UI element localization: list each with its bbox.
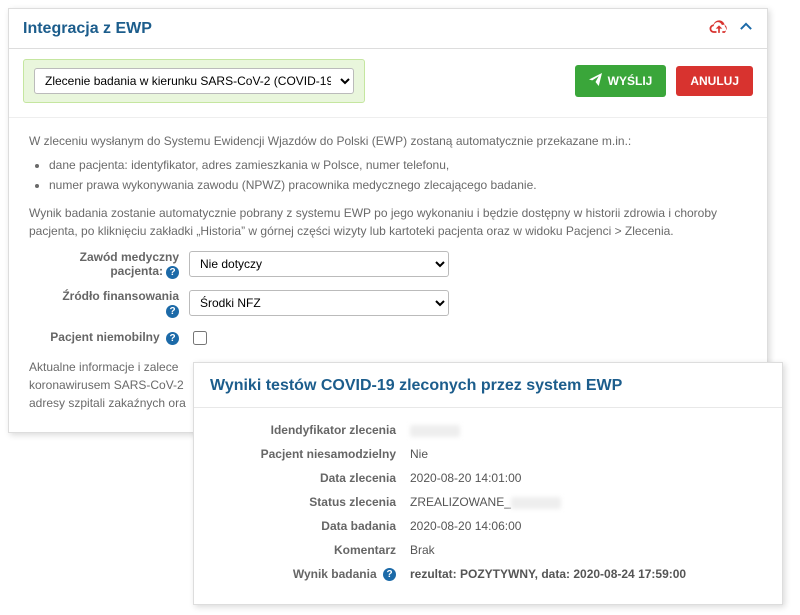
funding-select[interactable]: Środki NFZ <box>189 290 449 316</box>
upload-cloud-icon[interactable] <box>709 19 729 38</box>
results-row-id: Idendyfikator zlecenia <box>210 418 766 442</box>
header-icons <box>709 19 753 38</box>
value-id <box>410 423 460 437</box>
list-item: dane pacjenta: identyfikator, adres zami… <box>49 156 747 174</box>
immobile-label: Pacjent niemobilny ? <box>29 330 189 344</box>
results-row-order-date: Data zlecenia 2020-08-20 14:01:00 <box>210 466 766 490</box>
results-body: Idendyfikator zlecenia Pacjent niesamodz… <box>194 408 782 604</box>
help-icon[interactable]: ? <box>166 305 179 318</box>
form-row-funding: Źródło finansowania? Środki NFZ <box>29 289 747 318</box>
value-order-date: 2020-08-20 14:01:00 <box>410 471 521 485</box>
send-button-label: WYŚLIJ <box>608 74 653 88</box>
funding-label: Źródło finansowania? <box>29 289 189 318</box>
order-type-wrapper: Zlecenie badania w kierunku SARS-CoV-2 (… <box>23 59 365 103</box>
label-order-date: Data zlecenia <box>210 471 410 485</box>
redacted-value <box>410 425 460 437</box>
form-row-immobile: Pacjent niemobilny ? <box>29 328 747 348</box>
profession-label: Zawód medyczny pacjenta:? <box>29 250 189 279</box>
paper-plane-icon <box>589 73 602 89</box>
label-comment: Komentarz <box>210 543 410 557</box>
profession-select[interactable]: Nie dotyczy <box>189 251 449 277</box>
value-result: rezultat: POZYTYWNY, data: 2020-08-24 17… <box>410 567 686 581</box>
label-status: Status zlecenia <box>210 495 410 509</box>
panel-header: Integracja z EWP <box>9 9 767 49</box>
cancel-button[interactable]: ANULUJ <box>676 66 753 96</box>
value-dependent: Nie <box>410 447 428 461</box>
results-row-result: Wynik badania ? rezultat: POZYTYWNY, dat… <box>210 562 766 586</box>
ewp-results-panel: Wyniki testów COVID-19 zleconych przez s… <box>193 362 783 605</box>
results-row-comment: Komentarz Brak <box>210 538 766 562</box>
intro-list: dane pacjenta: identyfikator, adres zami… <box>49 156 747 194</box>
redacted-value <box>511 497 561 509</box>
immobile-checkbox[interactable] <box>193 331 207 345</box>
collapse-icon[interactable] <box>739 19 753 38</box>
help-icon[interactable]: ? <box>383 568 396 581</box>
label-dependent: Pacjent niesamodzielny <box>210 447 410 461</box>
results-title: Wyniki testów COVID-19 zleconych przez s… <box>194 363 782 408</box>
results-row-status: Status zlecenia ZREALIZOWANE_ <box>210 490 766 514</box>
value-test-date: 2020-08-20 14:06:00 <box>410 519 521 533</box>
panel-title: Integracja z EWP <box>23 20 152 38</box>
cancel-button-label: ANULUJ <box>690 74 739 88</box>
help-icon[interactable]: ? <box>166 332 179 345</box>
paragraph: Wynik badania zostanie automatycznie pob… <box>29 204 747 240</box>
intro-text: W zleceniu wysłanym do Systemu Ewidencji… <box>29 132 747 150</box>
value-comment: Brak <box>410 543 435 557</box>
results-row-test-date: Data badania 2020-08-20 14:06:00 <box>210 514 766 538</box>
toolbar: Zlecenie badania w kierunku SARS-CoV-2 (… <box>9 49 767 118</box>
label-test-date: Data badania <box>210 519 410 533</box>
results-row-dependent: Pacjent niesamodzielny Nie <box>210 442 766 466</box>
order-type-select[interactable]: Zlecenie badania w kierunku SARS-CoV-2 (… <box>34 68 354 94</box>
value-status: ZREALIZOWANE_ <box>410 495 561 509</box>
send-button[interactable]: WYŚLIJ <box>575 65 667 97</box>
help-icon[interactable]: ? <box>166 266 179 279</box>
list-item: numer prawa wykonywania zawodu (NPWZ) pr… <box>49 176 747 194</box>
label-result: Wynik badania ? <box>210 567 410 581</box>
label-id: Idendyfikator zlecenia <box>210 423 410 437</box>
form-row-profession: Zawód medyczny pacjenta:? Nie dotyczy <box>29 250 747 279</box>
